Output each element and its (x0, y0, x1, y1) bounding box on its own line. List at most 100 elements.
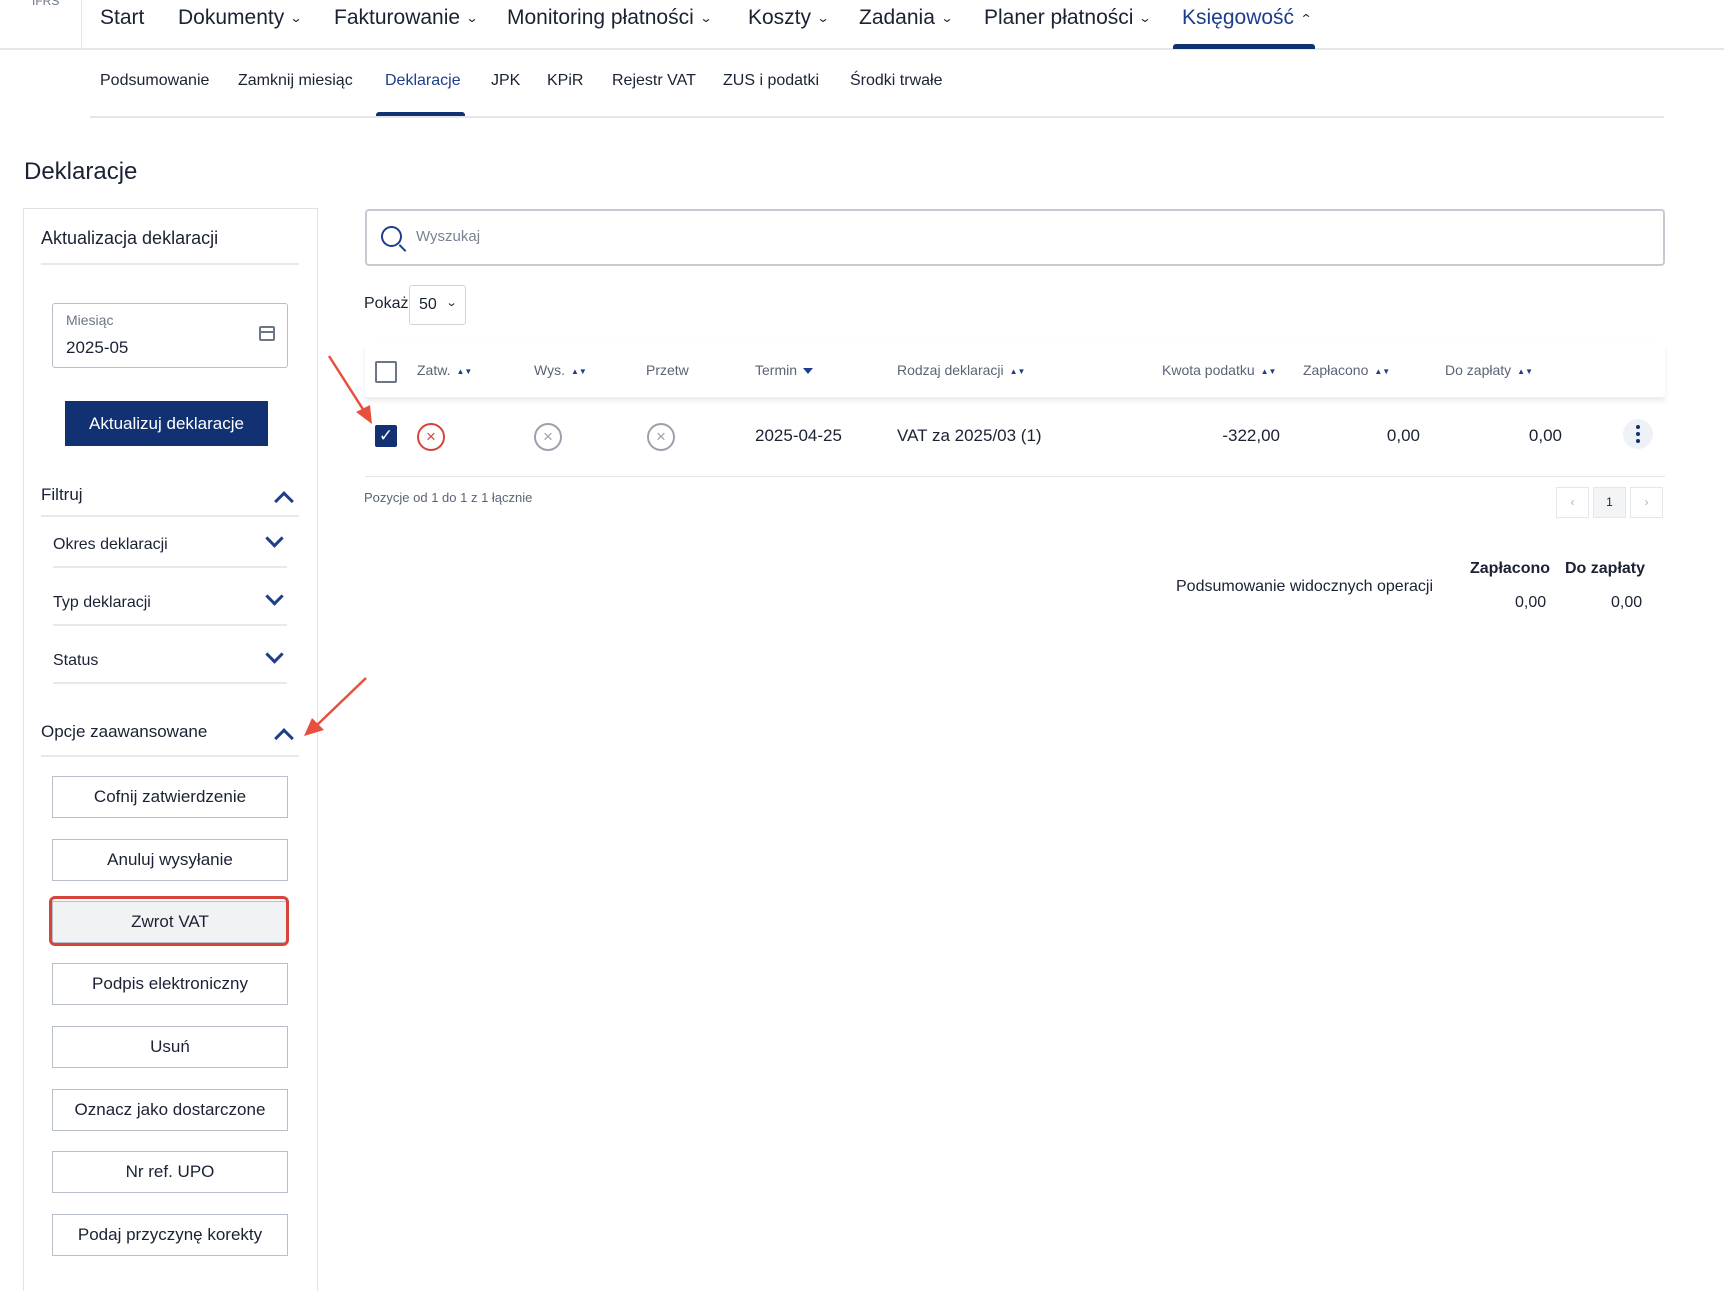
search-icon (381, 226, 402, 247)
column-header-wys[interactable]: Wys. ▲▼ (534, 362, 587, 378)
summary-label: Podsumowanie widocznych operacji (1176, 578, 1434, 595)
subnav-rejestr-vat[interactable]: Rejestr VAT (612, 72, 696, 90)
advanced-options-title: Opcje zaawansowane (41, 722, 208, 741)
nav-item-zadania[interactable]: Zadania ⌄ (859, 6, 954, 30)
annotation-arrow-icon (327, 355, 372, 424)
divider (41, 263, 299, 265)
chevron-up-icon: ⌄ (1299, 11, 1313, 25)
subnav-srodki-trwale[interactable]: Środki trwałe (850, 72, 942, 90)
chevron-down-icon: ⌄ (816, 11, 830, 25)
cancel-sending-button[interactable]: Anuluj wysyłanie (52, 839, 288, 881)
search-input[interactable]: Wyszukaj (365, 209, 1665, 266)
nav-item-fakturowanie[interactable]: Fakturowanie ⌄ (334, 6, 479, 30)
column-header-zatw[interactable]: Zatw. ▲▼ (417, 362, 472, 378)
paid-cell: 0,00 (1386, 426, 1420, 445)
correction-reason-button[interactable]: Podaj przyczynę korekty (52, 1214, 288, 1256)
sort-icon: ▲▼ (1260, 366, 1277, 376)
not-sent-status-icon: × (534, 423, 562, 451)
nav-item-ksiegowosc[interactable]: Księgowość ⌄ (1182, 6, 1313, 30)
column-header-do-zaplaty[interactable]: Do zapłaty ▲▼ (1445, 362, 1533, 378)
nav-item-dokumenty[interactable]: Dokumenty ⌄ (178, 6, 303, 30)
due-date-cell: 2025-04-25 (755, 426, 842, 445)
to-pay-cell: 0,00 (1528, 426, 1562, 445)
declaration-type-cell: VAT za 2025/03 (1) (897, 426, 1042, 445)
nav-item-label: Start (100, 6, 145, 29)
row-divider (365, 476, 1665, 477)
column-header-termin[interactable]: Termin (755, 362, 814, 378)
sort-icon: ▲▼ (1009, 366, 1026, 376)
page-size-select[interactable]: 50 ⌄ (409, 285, 466, 325)
subnav-podsumowanie[interactable]: Podsumowanie (100, 72, 209, 90)
brand-divider (81, 0, 82, 48)
month-field-value: 2025-05 (66, 338, 129, 357)
subnav-divider (90, 116, 1664, 118)
tax-amount-cell: -322,00 (1222, 426, 1280, 445)
column-label: Zapłacono (1303, 362, 1369, 378)
annotation-highlight-box (49, 896, 289, 946)
column-header-kwota[interactable]: Kwota podatku ▲▼ (1162, 362, 1276, 378)
update-section-title: Aktualizacja deklaracji (41, 228, 219, 248)
summary-to-pay-header: Do zapłaty (1565, 560, 1646, 577)
summary-paid-value: 0,00 (1515, 594, 1547, 611)
chevron-down-icon (265, 645, 284, 664)
nav-item-label: Fakturowanie (334, 6, 461, 29)
subnav-zus-podatki[interactable]: ZUS i podatki (723, 72, 819, 90)
filter-status[interactable]: Status (53, 640, 287, 684)
undo-approval-button[interactable]: Cofnij zatwierdzenie (52, 776, 288, 818)
nav-item-label: Koszty (748, 6, 812, 29)
chevron-down-icon (265, 529, 284, 548)
pagination-prev-button[interactable]: ‹ (1556, 487, 1589, 518)
chevron-down-icon: ⌄ (1138, 11, 1152, 25)
calendar-icon[interactable] (259, 326, 275, 341)
annotation-arrow-icon (304, 677, 367, 736)
brand-logo: IFRS (32, 0, 60, 8)
chevron-down-icon: ⌄ (699, 11, 713, 25)
row-menu-icon[interactable] (1623, 419, 1653, 449)
subnav-zamknij-miesiac[interactable]: Zamknij miesiąc (238, 72, 353, 90)
upo-ref-button[interactable]: Nr ref. UPO (52, 1151, 288, 1193)
update-declarations-button[interactable]: Aktualizuj deklaracje (65, 401, 268, 446)
sort-desc-icon (803, 368, 814, 375)
nav-item-label: Planer płatności (984, 6, 1134, 29)
column-label: Termin (755, 362, 798, 378)
nav-item-monitoring[interactable]: Monitoring płatności ⌄ (507, 6, 713, 30)
column-header-przetw: Przetw (646, 362, 689, 378)
nav-item-koszty[interactable]: Koszty ⌄ (748, 6, 830, 30)
pagination-page-1[interactable]: 1 (1593, 487, 1626, 518)
electronic-signature-button[interactable]: Podpis elektroniczny (52, 963, 288, 1005)
sort-icon: ▲▼ (456, 366, 473, 376)
filter-okres-deklaracji[interactable]: Okres deklaracji (53, 524, 287, 568)
mark-delivered-button[interactable]: Oznacz jako dostarczone (52, 1089, 288, 1131)
column-label: Wys. (534, 362, 565, 378)
nav-item-label: Księgowość (1182, 6, 1295, 29)
column-header-zaplacono[interactable]: Zapłacono ▲▼ (1303, 362, 1390, 378)
pagination-next-button[interactable]: › (1630, 487, 1663, 518)
page-size-value: 50 (419, 296, 437, 313)
summary-paid-header: Zapłacono (1470, 560, 1551, 577)
chevron-down-icon: ⌄ (940, 11, 954, 25)
nav-item-label: Dokumenty (178, 6, 285, 29)
search-placeholder: Wyszukaj (416, 228, 481, 245)
nav-item-label: Zadania (859, 6, 935, 29)
top-navigation: IFRS Start Dokumenty ⌄ Fakturowanie ⌄ Mo… (0, 0, 1724, 50)
column-label: Do zapłaty (1445, 362, 1512, 378)
subnav-kpir[interactable]: KPiR (547, 72, 583, 90)
nav-item-planer[interactable]: Planer płatności ⌄ (984, 6, 1152, 30)
sort-icon: ▲▼ (1517, 366, 1533, 376)
month-field-label: Miesiąc (66, 312, 114, 328)
filter-section-title: Filtruj (41, 485, 83, 504)
chevron-down-icon: ⌄ (289, 11, 303, 25)
nav-item-start[interactable]: Start (100, 6, 144, 30)
filter-typ-deklaracji[interactable]: Typ deklaracji (53, 582, 287, 626)
subnav-deklaracje[interactable]: Deklaracje (385, 72, 461, 90)
divider (41, 515, 299, 517)
month-field[interactable]: Miesiąc 2025-05 (52, 303, 288, 368)
column-label: Rodzaj deklaracji (897, 362, 1004, 378)
column-header-rodzaj[interactable]: Rodzaj deklaracji ▲▼ (897, 362, 1025, 378)
subnav-jpk[interactable]: JPK (491, 72, 520, 90)
filter-label: Status (53, 652, 99, 669)
delete-button[interactable]: Usuń (52, 1026, 288, 1068)
page-size-label: Pokaż (364, 295, 409, 312)
chevron-down-icon: ⌄ (465, 11, 479, 25)
sort-icon: ▲▼ (1374, 366, 1391, 376)
